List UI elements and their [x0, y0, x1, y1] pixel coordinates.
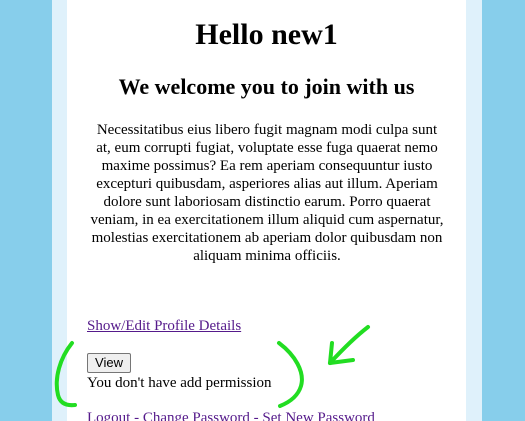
permission-message: You don't have add permission [87, 375, 272, 391]
footer-separator: - [130, 410, 143, 421]
intro-paragraph: Necessitatibus eius libero fugit magnam … [90, 122, 444, 264]
view-button[interactable]: View [87, 353, 131, 373]
logout-link[interactable]: Logout [87, 410, 130, 421]
page-title: Hello new1 [195, 18, 338, 51]
change-password-link[interactable]: Change Password [143, 410, 250, 421]
main-content: Hello new1 We welcome you to join with u… [67, 0, 466, 421]
footer-links: Logout - Change Password - Set New Passw… [87, 409, 375, 421]
footer-separator: - [249, 410, 263, 421]
profile-details-link[interactable]: Show/Edit Profile Details [87, 317, 241, 335]
set-new-password-link[interactable]: Set New Password [262, 410, 375, 421]
page-subtitle: We welcome you to join with us [118, 74, 415, 99]
